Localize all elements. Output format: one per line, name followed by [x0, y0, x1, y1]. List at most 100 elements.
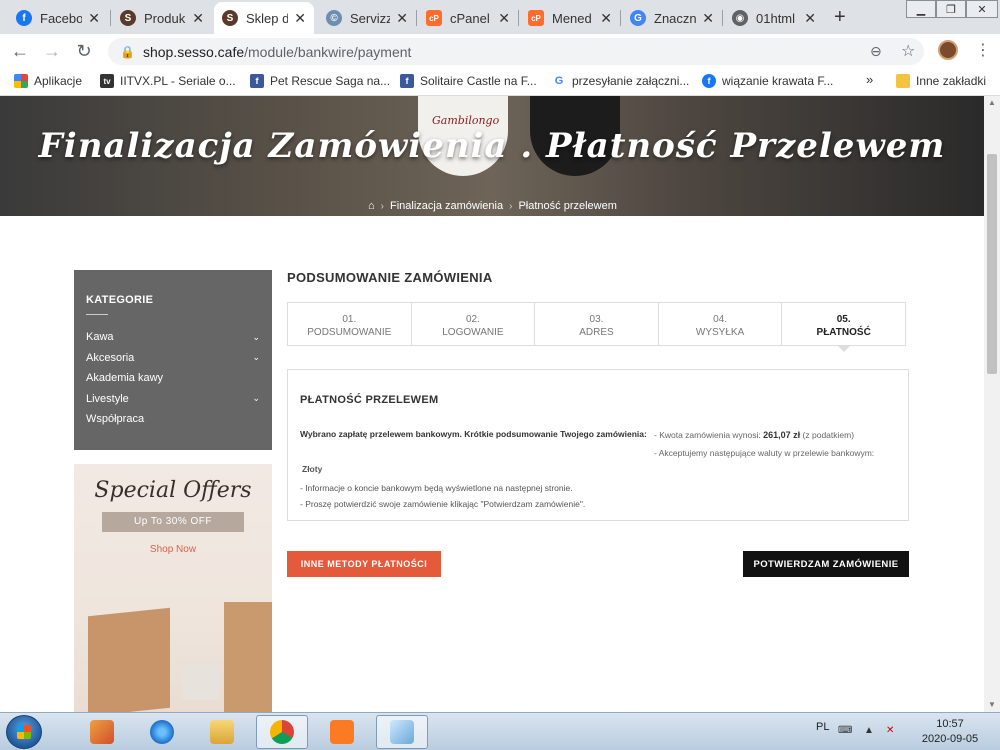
- info-line: - Informacje o koncie bankowym będą wyśw…: [300, 483, 573, 493]
- bookmark-krawat[interactable]: f wiązanie krawata F...: [702, 74, 833, 88]
- step-shipping[interactable]: 04. WYSYŁKA: [659, 303, 783, 345]
- browser-tab-5[interactable]: cP Mened ✕: [520, 2, 620, 34]
- start-button[interactable]: [6, 715, 42, 749]
- chevron-down-icon[interactable]: ⌄: [252, 332, 260, 343]
- close-icon[interactable]: ✕: [804, 10, 816, 27]
- browser-tab-2-active[interactable]: S Sklep d ✕: [214, 2, 314, 34]
- tray-expand-icon[interactable]: ▲: [864, 725, 874, 736]
- browser-tab-1[interactable]: S Produk ✕: [112, 2, 212, 34]
- step-number: 03.: [589, 314, 604, 325]
- scroll-thumb[interactable]: [987, 154, 997, 374]
- confirm-order-button[interactable]: POTWIERDZAM ZAMÓWIENIE: [743, 551, 909, 577]
- browser-tab-7[interactable]: ◉ 01html ✕: [724, 2, 824, 34]
- cpanel-icon: cP: [426, 10, 442, 26]
- browser-tab-0[interactable]: f Facebo ✕: [8, 2, 108, 34]
- sesso-icon: S: [222, 10, 238, 26]
- category-item-wspolpraca[interactable]: Współpraca: [86, 409, 260, 430]
- system-clock[interactable]: 10:57 2020-09-05: [920, 717, 980, 747]
- breadcrumb-item[interactable]: Finalizacja zamówienia: [390, 200, 503, 212]
- star-icon[interactable]: ☆: [901, 41, 915, 61]
- url-path: /module/bankwire/payment: [244, 43, 412, 60]
- back-icon[interactable]: ←: [10, 41, 30, 62]
- close-icon[interactable]: ✕: [88, 10, 100, 27]
- category-item-akademia[interactable]: Akademia kawy: [86, 368, 260, 389]
- bookmarks-bar: Aplikacje tv IITVX.PL - Seriale o... f P…: [0, 68, 1000, 96]
- reload-icon[interactable]: ↻: [74, 41, 94, 62]
- bookmark-itvx[interactable]: tv IITVX.PL - Seriale o...: [100, 74, 236, 88]
- category-label: Akademia kawy: [86, 372, 164, 385]
- step-payment-current: 05. PŁATNOŚĆ: [782, 303, 905, 352]
- web-page: Gambilongo Finalizacja Zamówienia . Płat…: [0, 96, 984, 712]
- close-icon[interactable]: ✕: [396, 10, 408, 27]
- step-label: PODSUMOWANIE: [307, 327, 392, 338]
- zoom-icon[interactable]: ⊖: [870, 43, 882, 60]
- home-icon[interactable]: ⌂: [368, 200, 375, 212]
- step-address[interactable]: 03. ADRES: [535, 303, 659, 345]
- page-scrollbar[interactable]: ▲ ▼: [984, 96, 1000, 712]
- browser-tab-6[interactable]: G Znaczn ✕: [622, 2, 722, 34]
- facebook-icon: f: [400, 74, 414, 88]
- bookmark-label: Solitaire Castle na F...: [420, 74, 537, 88]
- globe-icon: ◉: [732, 10, 748, 26]
- bookmark-pet-rescue[interactable]: f Pet Rescue Saga na...: [250, 74, 390, 88]
- avatar[interactable]: [938, 40, 958, 60]
- taskbar-media-player[interactable]: [76, 715, 128, 749]
- category-item-akcesoria[interactable]: Akcesoria ⌄: [86, 348, 260, 369]
- shop-now-link[interactable]: Shop Now: [74, 544, 272, 555]
- taskbar-notepad[interactable]: [376, 715, 428, 749]
- network-icon[interactable]: ✕: [886, 725, 894, 736]
- cpanel-icon: cP: [528, 10, 544, 26]
- bookmark-other[interactable]: Inne zakładki: [896, 74, 986, 88]
- address-bar[interactable]: 🔒 shop.sesso.cafe/module/bankwire/paymen…: [108, 38, 924, 65]
- keyboard-icon[interactable]: ⌨: [838, 725, 852, 736]
- taskbar-internet-explorer[interactable]: [136, 715, 188, 749]
- bookmark-apps[interactable]: Aplikacje: [14, 74, 82, 88]
- scroll-down-icon[interactable]: ▼: [984, 698, 1000, 712]
- taskbar-explorer[interactable]: [196, 715, 248, 749]
- bookmarks-more[interactable]: »: [866, 72, 873, 87]
- itvx-icon: tv: [100, 74, 114, 88]
- chevron-down-icon[interactable]: ⌄: [252, 352, 260, 363]
- step-login[interactable]: 02. LOGOWANIE: [412, 303, 536, 345]
- checkout-steps: 01. PODSUMOWANIE 02. LOGOWANIE 03. ADRES…: [287, 302, 906, 352]
- amount-suffix: (z podatkiem): [802, 430, 855, 440]
- close-icon[interactable]: ✕: [498, 10, 510, 27]
- other-payment-methods-button[interactable]: INNE METODY PŁATNOŚCI: [287, 551, 441, 577]
- chevron-right-icon: ›: [509, 200, 513, 212]
- servizz-icon: ©: [326, 10, 342, 26]
- clock-date: 2020-09-05: [921, 733, 979, 745]
- taskbar-xampp[interactable]: [316, 715, 368, 749]
- bookmark-label: wiązanie krawata F...: [722, 74, 834, 88]
- window-close-icon[interactable]: ✕: [966, 0, 998, 18]
- close-icon[interactable]: ✕: [294, 10, 306, 27]
- special-offers-banner[interactable]: Special Offers Up To 30% OFF Shop Now: [74, 464, 272, 712]
- chevron-right-icon: ›: [380, 200, 384, 212]
- more-menu-icon[interactable]: ⋮: [975, 40, 991, 60]
- new-tab-button[interactable]: +: [834, 6, 846, 29]
- bookmark-przesylanie[interactable]: G przesyłanie załączni...: [552, 74, 689, 88]
- browser-tab-3[interactable]: © Servizz ✕: [318, 2, 416, 34]
- close-icon[interactable]: ✕: [192, 10, 204, 27]
- close-icon[interactable]: ✕: [702, 10, 714, 27]
- tab-label: Sklep d: [246, 10, 289, 26]
- scroll-up-icon[interactable]: ▲: [984, 96, 1000, 110]
- restore-icon[interactable]: ❐: [936, 0, 966, 18]
- category-label: Kawa: [86, 331, 114, 344]
- chevron-down-icon[interactable]: ⌄: [252, 393, 260, 404]
- minimize-icon[interactable]: ▁: [906, 0, 936, 18]
- language-indicator[interactable]: PL: [816, 721, 829, 733]
- tab-label: 01html: [756, 10, 796, 26]
- close-icon[interactable]: ✕: [600, 10, 612, 27]
- step-summary[interactable]: 01. PODSUMOWANIE: [288, 303, 412, 345]
- category-item-livestyle[interactable]: Livestyle ⌄: [86, 389, 260, 410]
- bookmark-solitaire[interactable]: f Solitaire Castle na F...: [400, 74, 537, 88]
- bankwire-payment-box: PŁATNOŚĆ PRZELEWEM Wybrano zapłatę przel…: [287, 369, 909, 521]
- taskbar-chrome[interactable]: [256, 715, 308, 749]
- category-item-kawa[interactable]: Kawa ⌄: [86, 327, 260, 348]
- browser-tab-4[interactable]: cP cPanel ✕: [418, 2, 518, 34]
- bookmark-label: IITVX.PL - Seriale o...: [120, 74, 236, 88]
- step-label: LOGOWANIE: [442, 327, 504, 338]
- bag-image: [224, 602, 272, 712]
- internet-explorer-icon: [150, 720, 174, 744]
- forward-icon[interactable]: →: [42, 41, 62, 62]
